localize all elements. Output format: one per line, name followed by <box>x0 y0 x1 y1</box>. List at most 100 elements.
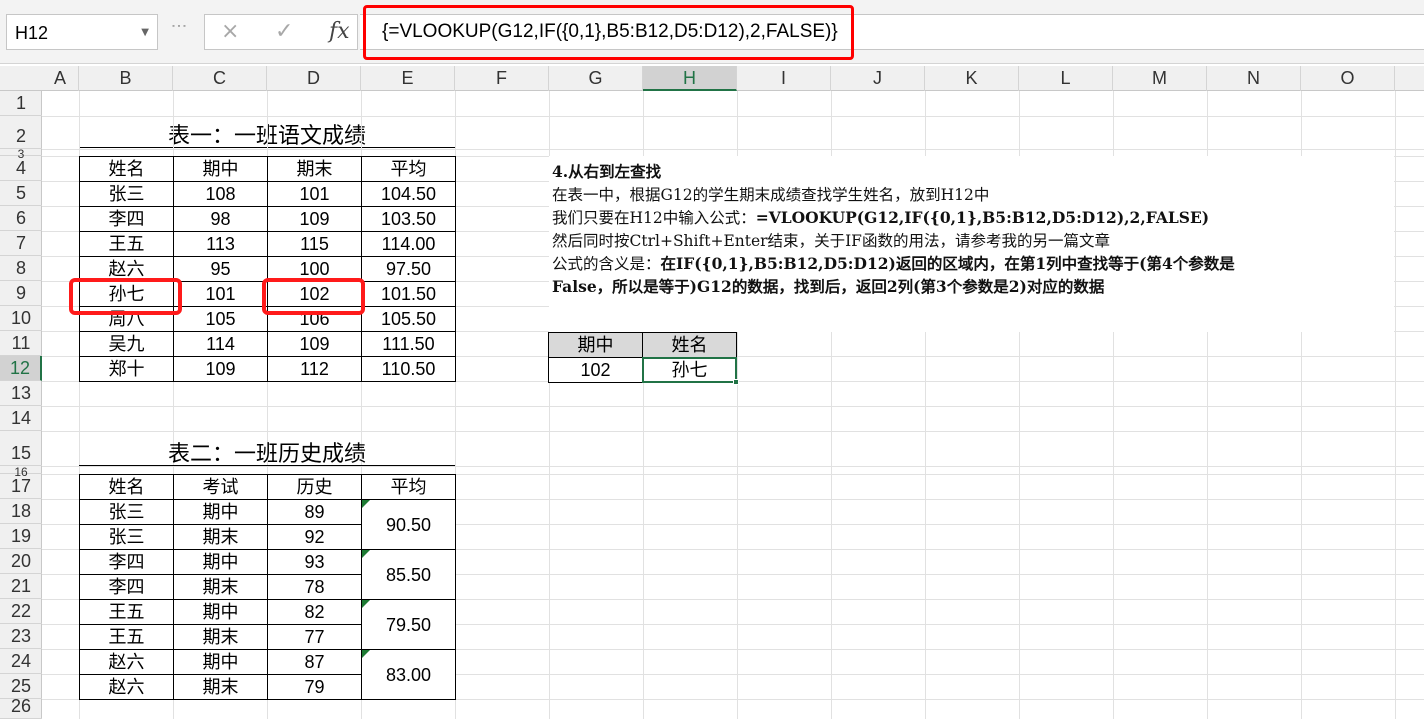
column-header-i[interactable]: I <box>737 66 831 91</box>
table2-cell[interactable]: 张三 <box>79 524 174 550</box>
chevron-down-icon[interactable]: ▼ <box>141 27 149 38</box>
row-header-3[interactable]: 3 <box>0 147 42 161</box>
table1-cell[interactable]: 110.50 <box>361 356 456 382</box>
table1-cell[interactable]: 101 <box>173 281 268 307</box>
table1-cell[interactable]: 115 <box>267 231 362 257</box>
table1-cell[interactable]: 109 <box>173 356 268 382</box>
table1-cell[interactable]: 王五 <box>79 231 174 257</box>
cancel-icon[interactable]: × <box>221 19 239 44</box>
row-header-13[interactable]: 13 <box>0 381 42 406</box>
table2-cell[interactable]: 王五 <box>79 599 174 625</box>
row-header-10[interactable]: 10 <box>0 306 42 331</box>
table2-cell[interactable]: 89 <box>267 499 362 525</box>
table1-cell[interactable]: 104.50 <box>361 181 456 207</box>
column-header-o[interactable]: O <box>1301 66 1395 91</box>
table2-cell[interactable]: 张三 <box>79 499 174 525</box>
table1-header-cell[interactable]: 期中 <box>173 156 268 182</box>
row-header-14[interactable]: 14 <box>0 406 42 431</box>
table2-cell[interactable]: 期末 <box>173 524 268 550</box>
table1-cell[interactable]: 95 <box>173 256 268 282</box>
lookup-header-h[interactable]: 姓名 <box>642 332 737 358</box>
table1-cell[interactable]: 103.50 <box>361 206 456 232</box>
table1-cell[interactable]: 张三 <box>79 181 174 207</box>
enter-icon[interactable]: ✓ <box>275 19 293 44</box>
table2-cell[interactable]: 期中 <box>173 599 268 625</box>
row-header-1[interactable]: 1 <box>0 91 42 116</box>
column-header-e[interactable]: E <box>361 66 455 91</box>
row-header-6[interactable]: 6 <box>0 206 42 231</box>
row-header-9[interactable]: 9 <box>0 281 42 306</box>
column-header-h[interactable]: H <box>643 66 737 91</box>
table2-cell[interactable]: 77 <box>267 624 362 650</box>
table2-cell[interactable]: 赵六 <box>79 674 174 700</box>
row-header-2[interactable]: 2 <box>0 116 42 149</box>
table1-cell[interactable]: 郑十 <box>79 356 174 382</box>
table2-cell[interactable]: 期末 <box>173 574 268 600</box>
table2-average-cell[interactable]: 90.50 <box>361 499 456 550</box>
table2-average-cell[interactable]: 85.50 <box>361 549 456 600</box>
column-header-j[interactable]: J <box>831 66 925 91</box>
table1-cell[interactable]: 112 <box>267 356 362 382</box>
table2-average-cell[interactable]: 83.00 <box>361 649 456 700</box>
table1-header-cell[interactable]: 平均 <box>361 156 456 182</box>
table2-cell[interactable]: 82 <box>267 599 362 625</box>
table1-cell[interactable]: 105 <box>173 306 268 332</box>
row-header-4[interactable]: 4 <box>0 156 42 181</box>
table1-cell[interactable]: 114 <box>173 331 268 357</box>
table1-header-cell[interactable]: 期末 <box>267 156 362 182</box>
table2-cell[interactable]: 78 <box>267 574 362 600</box>
table2-cell[interactable]: 期末 <box>173 624 268 650</box>
name-box[interactable]: H12 ▼ <box>6 14 158 50</box>
table2-cell[interactable]: 87 <box>267 649 362 675</box>
row-header-12[interactable]: 12 <box>0 356 42 381</box>
table2-cell[interactable]: 李四 <box>79 574 174 600</box>
row-header-7[interactable]: 7 <box>0 231 42 256</box>
drag-handle-icon[interactable]: ⋮ <box>170 18 189 33</box>
table2-header-cell[interactable]: 姓名 <box>79 474 174 500</box>
table2-cell[interactable]: 79 <box>267 674 362 700</box>
table1-cell[interactable]: 101 <box>267 181 362 207</box>
column-header-a[interactable]: A <box>42 66 79 91</box>
column-header-d[interactable]: D <box>267 66 361 91</box>
table1-cell[interactable]: 105.50 <box>361 306 456 332</box>
row-header-26[interactable]: 26 <box>0 696 42 719</box>
row-header-23[interactable]: 23 <box>0 624 42 649</box>
row-header-5[interactable]: 5 <box>0 181 42 206</box>
column-header-c[interactable]: C <box>173 66 267 91</box>
row-header-22[interactable]: 22 <box>0 599 42 624</box>
table2-cell[interactable]: 赵六 <box>79 649 174 675</box>
table2-cell[interactable]: 93 <box>267 549 362 575</box>
table1-cell[interactable]: 108 <box>173 181 268 207</box>
fill-handle[interactable] <box>733 379 739 385</box>
row-header-20[interactable]: 20 <box>0 549 42 574</box>
column-header-k[interactable]: K <box>925 66 1019 91</box>
table2-header-cell[interactable]: 历史 <box>267 474 362 500</box>
table1-cell[interactable]: 114.00 <box>361 231 456 257</box>
table2-cell[interactable]: 期中 <box>173 549 268 575</box>
table1-cell[interactable]: 97.50 <box>361 256 456 282</box>
row-header-19[interactable]: 19 <box>0 524 42 549</box>
table1-cell[interactable]: 109 <box>267 331 362 357</box>
table2-cell[interactable]: 王五 <box>79 624 174 650</box>
row-header-21[interactable]: 21 <box>0 574 42 599</box>
row-header-16[interactable]: 16 <box>0 465 42 479</box>
lookup-value-g[interactable]: 102 <box>548 357 643 383</box>
row-header-11[interactable]: 11 <box>0 331 42 356</box>
column-header-n[interactable]: N <box>1207 66 1301 91</box>
column-header-b[interactable]: B <box>79 66 173 91</box>
table1-cell[interactable]: 李四 <box>79 206 174 232</box>
row-header-24[interactable]: 24 <box>0 649 42 674</box>
column-header-m[interactable]: M <box>1113 66 1207 91</box>
column-header-f[interactable]: F <box>455 66 549 91</box>
table2-cell[interactable]: 92 <box>267 524 362 550</box>
table2-cell[interactable]: 期末 <box>173 674 268 700</box>
table1-cell[interactable]: 111.50 <box>361 331 456 357</box>
column-header-g[interactable]: G <box>549 66 643 91</box>
table1-cell[interactable]: 吴九 <box>79 331 174 357</box>
table2-average-cell[interactable]: 79.50 <box>361 599 456 650</box>
lookup-header-g[interactable]: 期中 <box>548 332 643 358</box>
table2-header-cell[interactable]: 平均 <box>361 474 456 500</box>
row-header-18[interactable]: 18 <box>0 499 42 524</box>
table1-cell[interactable]: 101.50 <box>361 281 456 307</box>
insert-function-icon[interactable]: fx <box>329 19 350 44</box>
